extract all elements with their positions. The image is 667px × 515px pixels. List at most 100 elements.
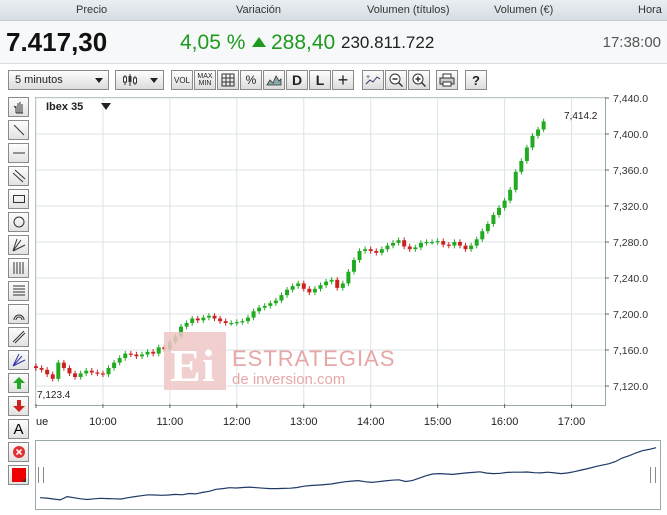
x-tick-label: ue <box>36 416 48 428</box>
candle-body <box>134 354 139 357</box>
candle-body <box>519 161 524 172</box>
x-tick-label: 16:00 <box>491 416 519 428</box>
x-tick-label: 14:00 <box>357 416 385 428</box>
candle-body <box>100 373 105 375</box>
candle-body <box>112 362 117 368</box>
candle-body <box>536 129 541 136</box>
candlestick-series <box>34 118 546 382</box>
candle-body <box>296 283 301 287</box>
overview-sparkline <box>39 447 657 501</box>
candle-body <box>457 242 462 246</box>
candle-body <box>463 245 468 250</box>
candle-body <box>508 189 513 201</box>
candle-body <box>206 315 211 318</box>
candle-body <box>430 242 435 244</box>
candle-body <box>530 135 535 148</box>
candle-body <box>151 351 156 354</box>
overview-navigator[interactable] <box>35 440 661 510</box>
y-axis-labels: 7,440.0 7,400.0 7,360.0 7,320.0 7,280.0 7,240… <box>613 93 648 393</box>
color-swatch-icon <box>11 468 26 482</box>
candle-body <box>240 321 245 323</box>
y-tick-label: 7,400.0 <box>613 129 648 141</box>
candle-body <box>485 224 490 232</box>
candle-body <box>229 323 234 325</box>
candle-body <box>84 370 89 374</box>
y-tick-label: 7,240.0 <box>613 273 648 285</box>
delete-drawings-button[interactable] <box>8 442 29 462</box>
min-value-label: 7,123.4 <box>37 390 71 401</box>
candle-body <box>368 249 373 251</box>
max-value-label: 7,414.2 <box>564 111 598 122</box>
overview-left-handle[interactable] <box>38 467 44 483</box>
candle-body <box>251 311 256 318</box>
candle-body <box>106 368 111 375</box>
candle-body <box>424 242 429 244</box>
color-picker-button[interactable] <box>8 465 29 485</box>
candle-body <box>396 240 401 243</box>
candle-body <box>351 260 356 272</box>
candle-body <box>201 317 206 321</box>
y-tick-label: 7,280.0 <box>613 237 648 249</box>
x-tick-label: 17:00 <box>558 416 586 428</box>
candle-body <box>39 368 44 370</box>
candle-body <box>435 241 440 243</box>
watermark-text: ESTRATEGIAS <box>232 346 396 371</box>
candle-body <box>285 289 290 296</box>
candle-body <box>301 283 306 289</box>
candle-body <box>139 354 144 357</box>
candle-body <box>156 347 161 354</box>
candle-body <box>418 242 423 248</box>
candle-body <box>45 369 50 375</box>
candle-body <box>391 242 396 246</box>
candle-body <box>491 215 496 224</box>
candle-body <box>441 241 446 245</box>
overview-line <box>39 447 657 501</box>
watermark-logo: E i <box>164 332 226 390</box>
delete-icon <box>12 446 25 458</box>
candle-body <box>223 321 228 323</box>
y-tick-label: 7,160.0 <box>613 345 648 357</box>
candle-body <box>95 372 100 374</box>
candle-body <box>318 285 323 289</box>
candle-body <box>245 317 250 322</box>
candle-body <box>290 286 295 290</box>
y-tick-label: 7,440.0 <box>613 93 648 105</box>
candle-body <box>446 244 451 246</box>
candle-body <box>502 200 507 208</box>
candle-body <box>123 353 128 359</box>
overview-right-handle[interactable] <box>650 467 656 483</box>
candle-body <box>513 171 518 190</box>
candle-body <box>541 121 546 130</box>
candle-body <box>379 249 384 253</box>
candle-body <box>67 368 72 374</box>
candle-body <box>480 231 485 240</box>
watermark-subtext: de inversion.com <box>232 371 346 388</box>
candle-body <box>340 283 345 288</box>
candle-body <box>324 281 329 286</box>
candle-body <box>218 318 223 322</box>
y-tick-label: 7,360.0 <box>613 165 648 177</box>
y-tick-label: 7,320.0 <box>613 201 648 213</box>
candle-body <box>329 279 334 282</box>
candle-body <box>212 315 217 319</box>
candle-body <box>234 322 239 324</box>
candle-body <box>89 370 94 373</box>
candle-body <box>524 147 529 161</box>
candle-body <box>195 318 200 321</box>
x-tick-label: 11:00 <box>157 416 184 428</box>
y-tick-label: 7,200.0 <box>613 309 648 321</box>
candle-body <box>346 271 351 284</box>
svg-text:E: E <box>170 340 201 390</box>
candle-body <box>279 295 284 301</box>
candle-body <box>307 288 312 293</box>
chart-title: Ibex 35 <box>46 101 83 113</box>
x-tick-label: 15:00 <box>424 416 452 428</box>
candle-body <box>474 239 479 246</box>
candle-body <box>413 247 418 250</box>
candle-body <box>128 353 133 355</box>
candle-body <box>374 251 379 253</box>
candle-body <box>257 307 262 312</box>
candle-body <box>34 366 38 368</box>
x-tick-label: 13:00 <box>290 416 318 428</box>
x-axis-labels: ue 10:00 11:00 12:00 13:00 14:00 15:00 16:00 17:… <box>36 416 585 428</box>
